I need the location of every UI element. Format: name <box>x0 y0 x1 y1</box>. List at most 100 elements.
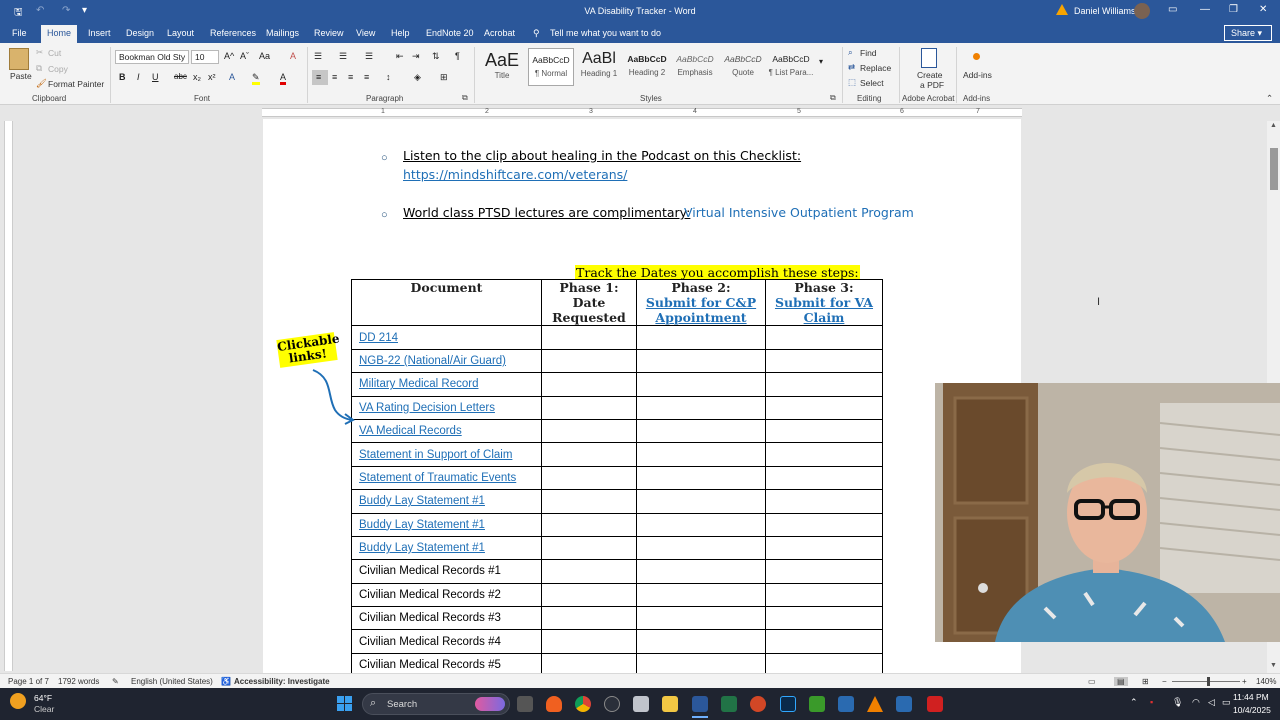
copy-icon[interactable]: ⧉ <box>36 63 42 74</box>
underline-button[interactable]: U <box>152 72 159 82</box>
powerpoint-icon[interactable] <box>750 696 766 712</box>
font-color-icon[interactable]: A <box>280 72 287 85</box>
tray-overflow-icon[interactable]: ⌃ <box>1130 697 1138 708</box>
tab-help[interactable]: Help <box>391 28 410 38</box>
zoom-slider-thumb[interactable] <box>1207 677 1210 686</box>
language-indicator[interactable]: English (United States) <box>131 677 213 686</box>
phase-1-date-cell[interactable] <box>541 442 637 467</box>
zoom-out-icon[interactable]: − <box>1162 677 1167 686</box>
phase-2-date-cell[interactable] <box>636 559 766 584</box>
find-icon[interactable]: ⌕ <box>848 47 853 58</box>
minimize-button[interactable]: — <box>1200 4 1210 15</box>
phase-1-date-cell[interactable] <box>541 489 637 514</box>
tab-layout[interactable]: Layout <box>167 28 194 38</box>
text-effects-icon[interactable]: A <box>229 72 235 82</box>
style-heading-2[interactable]: AaBbCcD Heading 2 <box>624 48 670 86</box>
phase-1-date-cell[interactable] <box>541 559 637 584</box>
line-spacing-icon[interactable]: ↕ <box>386 72 391 82</box>
phase-2-date-cell[interactable] <box>636 629 766 654</box>
excel-icon[interactable] <box>721 696 737 712</box>
word-count[interactable]: 1792 words <box>58 677 99 686</box>
style-emphasis[interactable]: AaBbCcD Emphasis <box>672 48 718 86</box>
phase-3-date-cell[interactable] <box>765 582 883 608</box>
tray-app-icon[interactable]: ▪ <box>1150 697 1153 707</box>
document-link[interactable]: Statement in Support of Claim <box>351 442 542 467</box>
phase-3-date-cell[interactable] <box>765 418 883 444</box>
print-layout-icon[interactable]: ▤ <box>1114 677 1128 686</box>
taskbar-search[interactable]: ⌕ Search <box>362 693 510 715</box>
align-right-icon[interactable]: ≡ <box>348 72 353 82</box>
phase-3-date-cell[interactable] <box>765 512 883 537</box>
share-button[interactable]: Share ▾ <box>1224 25 1272 41</box>
tab-review[interactable]: Review <box>314 28 344 38</box>
grow-font-button[interactable]: A^ <box>224 51 234 61</box>
weather-desc[interactable]: Clear <box>34 704 54 714</box>
volume-icon[interactable]: ◁ <box>1208 697 1215 708</box>
highlight-icon[interactable]: ✎ <box>252 72 260 85</box>
vertical-ruler[interactable] <box>4 121 13 671</box>
phase-1-date-cell[interactable] <box>541 372 637 397</box>
decrease-indent-icon[interactable]: ⇤ <box>396 51 404 62</box>
paste-icon[interactable] <box>9 48 29 70</box>
zoom-in-icon[interactable]: + <box>1242 677 1247 686</box>
change-case-button[interactable]: Aa <box>259 51 270 61</box>
restore-button[interactable]: ❐ <box>1229 4 1238 15</box>
focus-mode-icon[interactable]: ▭ <box>1088 677 1096 686</box>
proofing-icon[interactable]: ✎ <box>112 677 119 686</box>
app-icon[interactable] <box>896 696 912 712</box>
collapse-ribbon-icon[interactable]: ⌃ <box>1266 93 1273 104</box>
phase-2-date-cell[interactable] <box>636 535 766 561</box>
phase-2-date-cell[interactable] <box>636 512 766 537</box>
photoshop-icon[interactable] <box>780 696 796 712</box>
styles-launcher-icon[interactable]: ⧉ <box>830 93 836 103</box>
phase-3-date-cell[interactable] <box>765 348 883 374</box>
superscript-button[interactable]: x² <box>208 72 216 82</box>
phase-2-date-cell[interactable] <box>636 465 766 491</box>
phase-1-date-cell[interactable] <box>541 535 637 561</box>
multilevel-list-icon[interactable]: ☰ <box>365 51 373 62</box>
snipping-icon[interactable] <box>633 696 649 712</box>
cut-button[interactable]: Cut <box>48 48 61 58</box>
phase-2-date-cell[interactable] <box>636 606 766 631</box>
justify-icon[interactable]: ≡ <box>364 72 369 82</box>
numbering-icon[interactable]: ☰ <box>339 51 347 62</box>
shrink-font-button[interactable]: Aˇ <box>240 51 249 61</box>
tab-endnote[interactable]: EndNote 20 <box>426 28 474 38</box>
tab-references[interactable]: References <box>210 28 256 38</box>
weather-temp[interactable]: 64°F <box>34 693 52 703</box>
clear-formatting-button[interactable]: A <box>290 51 296 61</box>
font-size-combo[interactable]: 10 <box>191 50 219 64</box>
phase-3-date-cell[interactable] <box>765 395 883 420</box>
tab-home[interactable]: Home <box>41 25 78 43</box>
warning-icon[interactable] <box>1056 4 1068 15</box>
camtasia-icon[interactable] <box>809 696 825 712</box>
document-link[interactable]: VA Medical Records <box>351 418 542 444</box>
phase-1-date-cell[interactable] <box>541 582 637 608</box>
accessibility-icon[interactable]: ♿ <box>221 677 231 686</box>
va-claim-link[interactable]: Submit for VA <box>775 295 873 310</box>
phase-2-date-cell[interactable] <box>636 372 766 397</box>
scroll-up-icon[interactable]: ▲ <box>1270 122 1277 129</box>
add-ins-icon[interactable] <box>973 53 980 60</box>
phase-2-date-cell[interactable] <box>636 348 766 374</box>
font-name-combo[interactable]: Bookman Old Sty <box>115 50 189 64</box>
document-link[interactable]: Military Medical Record <box>351 372 542 397</box>
va-claim-link[interactable]: Claim <box>804 310 845 325</box>
document-link[interactable]: VA Rating Decision Letters <box>351 395 542 420</box>
phase-1-date-cell[interactable] <box>541 418 637 444</box>
user-name[interactable]: Daniel Williams <box>1074 6 1136 16</box>
style-title[interactable]: AaE Title <box>479 48 525 86</box>
file-explorer-icon[interactable] <box>662 696 678 712</box>
ribbon-display-icon[interactable]: ▭ <box>1168 4 1177 15</box>
phase-2-date-cell[interactable] <box>636 395 766 420</box>
paragraph-launcher-icon[interactable]: ⧉ <box>462 93 468 103</box>
document-link[interactable]: Statement of Traumatic Events <box>351 465 542 491</box>
accessibility-status[interactable]: Accessibility: Investigate <box>234 677 330 686</box>
phase-3-date-cell[interactable] <box>765 629 883 654</box>
document-link[interactable]: Buddy Lay Statement #1 <box>351 489 542 514</box>
align-center-icon[interactable]: ≡ <box>332 72 337 82</box>
scrollbar-thumb[interactable] <box>1270 148 1278 190</box>
clock-time[interactable]: 11:44 PM <box>1233 692 1269 702</box>
find-button[interactable]: Find <box>860 48 877 58</box>
format-painter-button[interactable]: Format Painter <box>48 79 104 89</box>
